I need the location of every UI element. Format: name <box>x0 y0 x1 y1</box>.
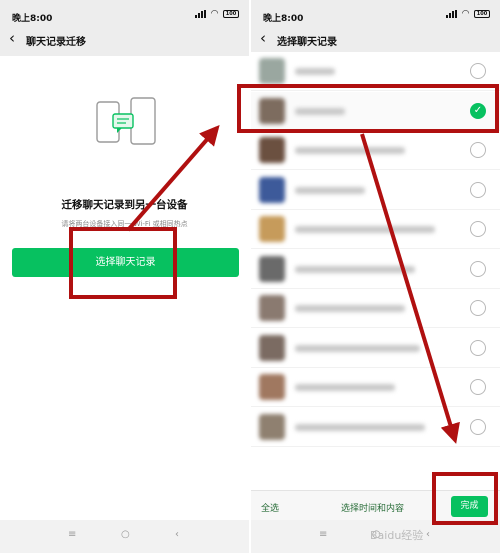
page-title: 选择聊天记录 <box>277 37 337 48</box>
blurred-chat-name <box>295 226 435 233</box>
unchecked-radio-icon[interactable] <box>470 379 486 395</box>
blurred-chat-name <box>295 384 395 391</box>
baidu-watermark: Baidu经验 <box>370 529 424 542</box>
avatar <box>259 216 285 242</box>
nav-bar: ‹ 选择聊天记录 <box>251 26 500 52</box>
blurred-chat-name <box>295 265 415 273</box>
blurred-chat-name <box>295 305 405 312</box>
back-arrow-icon[interactable]: ‹ <box>260 30 266 46</box>
blurred-chat-name <box>295 107 345 115</box>
devices-migration-icon <box>96 97 156 145</box>
avatar <box>259 413 285 440</box>
chat-row[interactable] <box>251 408 500 447</box>
blurred-chat-name <box>295 344 420 352</box>
avatar <box>259 97 285 124</box>
chat-row[interactable] <box>251 250 500 289</box>
signal-icon <box>195 10 207 18</box>
chat-row[interactable] <box>251 210 500 249</box>
wifi-icon: ◠ <box>211 9 218 19</box>
avatar <box>259 295 285 321</box>
signal-icon <box>446 10 458 18</box>
nav-bar: ‹ 聊天记录迁移 <box>0 26 249 52</box>
select-time-content-button[interactable]: 选择时间和内容 <box>341 501 404 514</box>
migration-heading: 迁移聊天记录到另一台设备 <box>61 199 188 211</box>
system-nav-bar: ≡ ○ ‹ <box>0 520 249 553</box>
select-chat-history-button[interactable]: 选择聊天记录 <box>12 248 239 277</box>
avatar <box>259 58 285 84</box>
chat-row[interactable] <box>251 52 500 91</box>
status-time: 晚上8:00 <box>263 14 304 24</box>
avatar <box>259 334 285 361</box>
home-icon[interactable]: ○ <box>121 529 130 540</box>
chat-list: ✓ <box>251 52 500 490</box>
unchecked-radio-icon[interactable] <box>470 221 486 237</box>
checked-radio-icon[interactable]: ✓ <box>470 102 486 119</box>
battery-icon: 100 <box>474 10 490 18</box>
migration-subtext: 请将两台设备接入同一 Wi-Fi 或相同热点 <box>61 220 188 228</box>
unchecked-radio-icon[interactable] <box>470 300 486 316</box>
status-icons: ◠ 100 <box>195 9 239 19</box>
status-bar: 晚上8:00 ◠ 100 <box>0 0 249 26</box>
back-icon[interactable]: ‹ <box>175 529 179 540</box>
avatar <box>259 176 285 203</box>
avatar <box>259 255 285 282</box>
unchecked-radio-icon[interactable] <box>470 418 486 435</box>
blurred-chat-name <box>295 68 335 75</box>
migration-content: 迁移聊天记录到另一台设备 请将两台设备接入同一 Wi-Fi 或相同热点 选择聊天… <box>0 56 249 520</box>
battery-icon: 100 <box>223 10 239 18</box>
chat-row[interactable]: ✓ <box>251 91 500 131</box>
status-icons: ◠ 100 <box>446 9 490 19</box>
status-bar: 晚上8:00 ◠ 100 <box>251 0 500 26</box>
blurred-chat-name <box>295 186 365 194</box>
avatar <box>259 374 285 400</box>
unchecked-radio-icon[interactable] <box>470 63 486 79</box>
blurred-chat-name <box>295 147 405 154</box>
unchecked-radio-icon[interactable] <box>470 339 486 356</box>
status-time: 晚上8:00 <box>12 14 53 24</box>
chat-row[interactable] <box>251 289 500 328</box>
done-button[interactable]: 完成 <box>451 496 488 517</box>
chat-row[interactable] <box>251 329 500 368</box>
back-icon[interactable]: ‹ <box>426 529 430 540</box>
left-phone-screen: 晚上8:00 ◠ 100 ‹ 聊天记录迁移 迁移聊天记录到另一台设备 请将两台设… <box>0 0 249 553</box>
wifi-icon: ◠ <box>462 9 469 19</box>
chat-row[interactable] <box>251 171 500 210</box>
unchecked-radio-icon[interactable] <box>470 181 486 198</box>
chat-row[interactable] <box>251 131 500 170</box>
chat-row[interactable] <box>251 368 500 407</box>
page-title: 聊天记录迁移 <box>26 37 86 48</box>
menu-icon[interactable]: ≡ <box>68 529 76 540</box>
blurred-chat-name <box>295 423 425 431</box>
select-all-button[interactable]: 全选 <box>261 501 279 514</box>
avatar <box>259 137 285 163</box>
back-arrow-icon[interactable]: ‹ <box>9 30 15 46</box>
right-phone-screen: 晚上8:00 ◠ 100 ‹ 选择聊天记录 ✓ 全选 选择时间和内容 完成 ≡ … <box>251 0 500 553</box>
unchecked-radio-icon[interactable] <box>470 142 486 158</box>
bottom-action-bar: 全选 选择时间和内容 完成 <box>251 490 500 520</box>
unchecked-radio-icon[interactable] <box>470 260 486 277</box>
menu-icon[interactable]: ≡ <box>319 529 327 540</box>
